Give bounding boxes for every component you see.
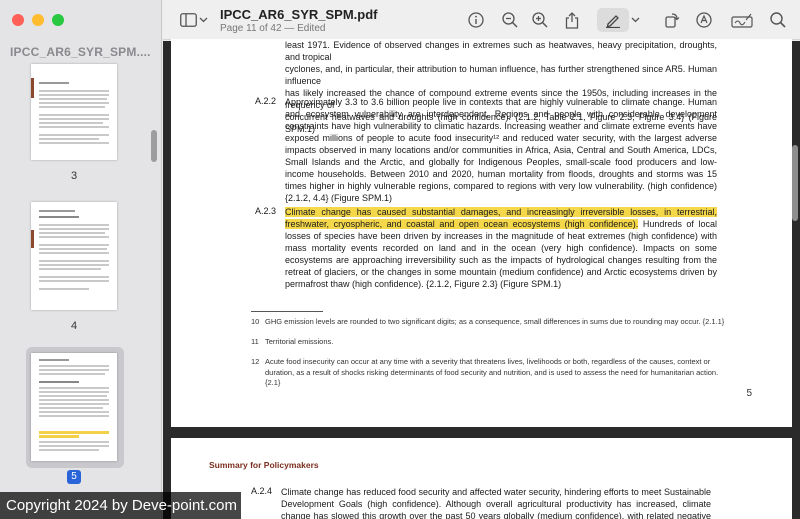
paragraph-a23: Climate change has caused substantial da… [285,207,717,289]
close-window-button[interactable] [12,14,24,26]
preview-window: IPCC_AR6_SYR_SPM.... 3 4 5 IPCC_AR6_SYR_… [0,0,800,519]
annotate-icon[interactable] [693,10,715,30]
paragraph-number: A.2.2 [255,96,277,106]
search-icon[interactable] [767,10,789,30]
document-scrollbar[interactable] [792,145,798,221]
paragraph-number: A.2.3 [255,206,277,216]
footnote-text: Territorial emissions. [265,337,334,346]
zoom-window-button[interactable] [52,14,64,26]
copyright-watermark: Copyright 2024 by Deve-point.com [0,492,241,519]
document-title[interactable]: IPCC_AR6_SYR_SPM.pdf [220,7,377,22]
page-thumbnail-3[interactable] [31,64,117,160]
thumb-color-bar [31,78,34,98]
footnote-text: GHG emission levels are rounded to two s… [265,317,725,326]
toolbar: IPCC_AR6_SYR_SPM.pdf Page 11 of 42 — Edi… [163,0,800,40]
page-number: 5 [746,388,752,399]
minimize-window-button[interactable] [32,14,44,26]
pdf-page-6: Summary for Policymakers A.2.4 Climate c… [171,438,792,519]
thumb-color-bar [31,230,34,248]
sidebar-document-title: IPCC_AR6_SYR_SPM.... [10,45,151,59]
pdf-page-5: least 1971. Evidence of observed changes… [171,39,792,427]
thumbnail-sidebar: IPCC_AR6_SYR_SPM.... 3 4 5 [0,0,162,519]
chevron-down-icon[interactable] [197,10,209,30]
page-thumbnail-5[interactable] [31,353,117,461]
footnote-number: 10 [251,317,260,326]
markup-pen-icon[interactable] [602,10,624,30]
thumb-highlight-mark [39,435,79,438]
paragraph-a22: Approximately 3.3 to 3.6 billion people … [285,97,717,203]
thumb-highlight-mark [39,431,109,434]
thumbnail-label: 4 [70,320,78,332]
running-header: Summary for Policymakers [209,460,319,470]
document-status: Page 11 of 42 — Edited [220,23,326,34]
rotate-icon[interactable] [661,10,683,30]
footnote-number: 11 [251,337,259,346]
footnote-divider [251,311,323,312]
sidebar-scrollbar[interactable] [151,130,157,162]
share-icon[interactable] [561,10,583,30]
selected-thumbnail-label: 5 [67,470,81,484]
zoom-out-icon[interactable] [499,10,521,30]
zoom-in-icon[interactable] [529,10,551,30]
thumbnail-label: 3 [70,170,78,182]
footnote-text: Acute food insecurity can occur at any t… [265,357,719,387]
document-viewer[interactable]: least 1971. Evidence of observed changes… [163,39,800,519]
signature-icon[interactable] [729,10,755,30]
sidebar-toggle-icon[interactable] [177,10,199,30]
paragraph-a24: Climate change has reduced food security… [281,487,711,519]
paragraph-number: A.2.4 [251,486,273,496]
info-icon[interactable] [465,10,487,30]
footnote-number: 12 [251,357,260,366]
page-thumbnail-4[interactable] [31,202,117,310]
window-controls [12,14,64,26]
chevron-down-icon[interactable] [629,10,641,30]
